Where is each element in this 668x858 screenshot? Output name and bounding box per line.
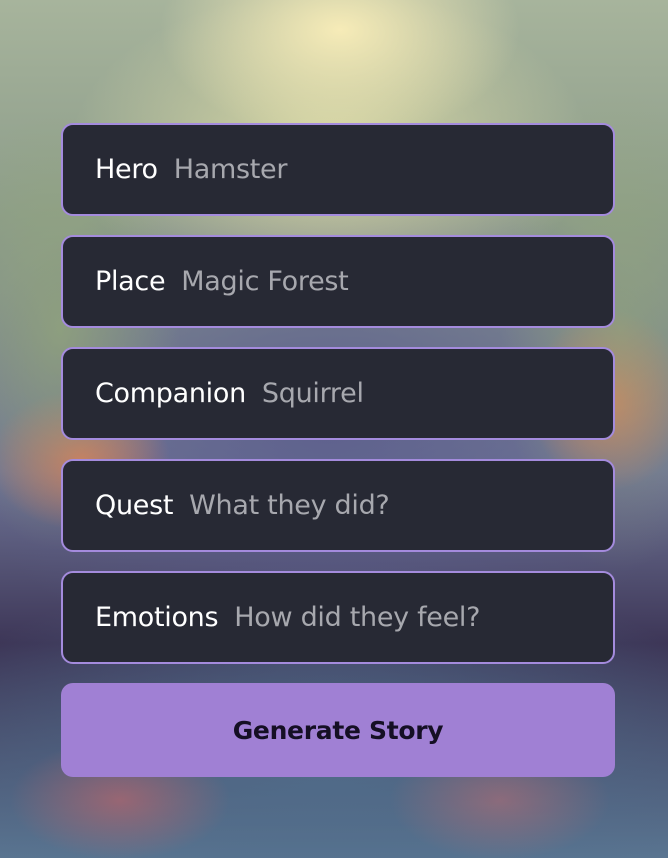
companion-input[interactable] bbox=[261, 378, 593, 409]
quest-label: Quest bbox=[95, 490, 174, 521]
quest-field[interactable]: Quest bbox=[61, 459, 615, 552]
emotions-label: Emotions bbox=[95, 602, 219, 633]
emotions-input[interactable] bbox=[234, 602, 593, 633]
place-label: Place bbox=[95, 266, 166, 297]
hero-field[interactable]: Hero bbox=[61, 123, 615, 216]
story-form: Hero Place Companion Quest Emotions Gene… bbox=[61, 123, 615, 777]
hero-input[interactable] bbox=[173, 154, 593, 185]
companion-field[interactable]: Companion bbox=[61, 347, 615, 440]
emotions-field[interactable]: Emotions bbox=[61, 571, 615, 664]
companion-label: Companion bbox=[95, 378, 246, 409]
place-field[interactable]: Place bbox=[61, 235, 615, 328]
generate-story-button[interactable]: Generate Story bbox=[61, 683, 615, 777]
hero-label: Hero bbox=[95, 154, 158, 185]
place-input[interactable] bbox=[181, 266, 593, 297]
quest-input[interactable] bbox=[189, 490, 593, 521]
